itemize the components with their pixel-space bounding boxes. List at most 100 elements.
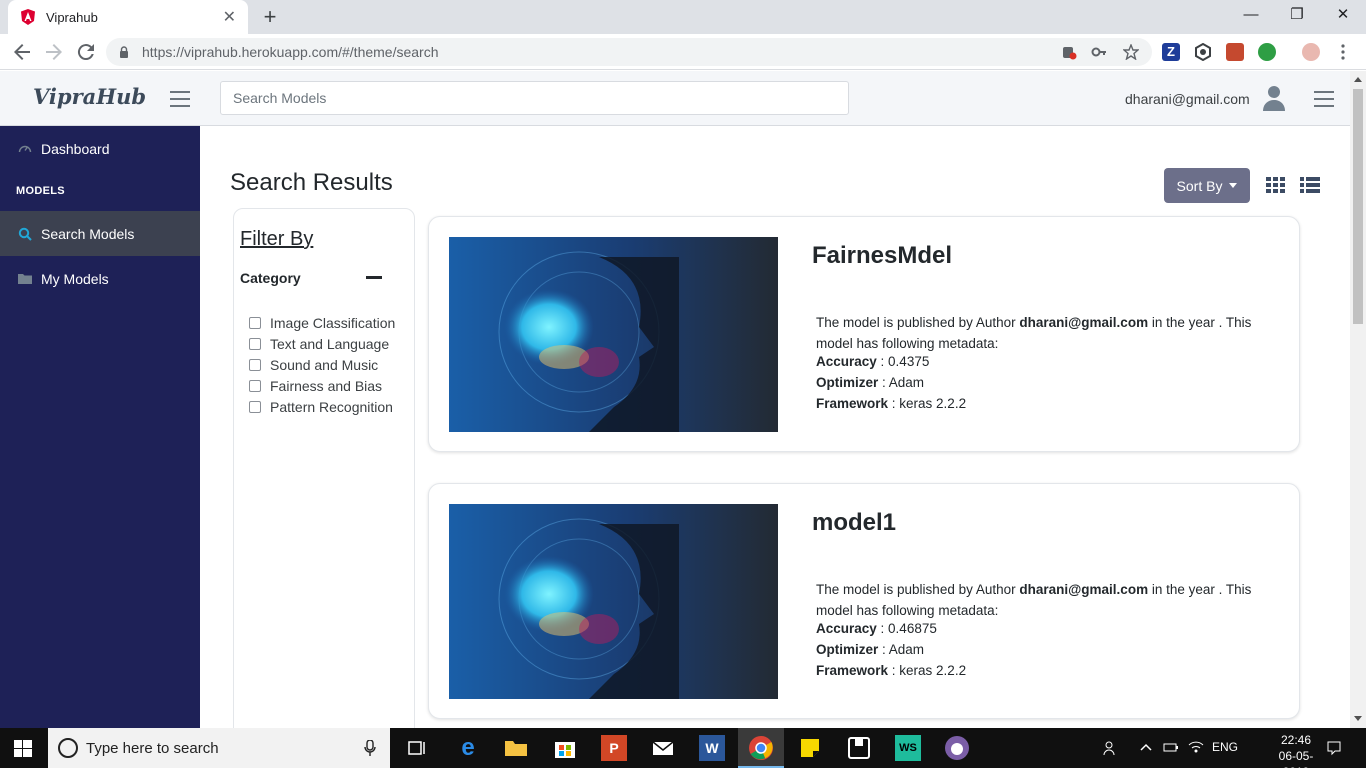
category-checkbox-row[interactable]: Fairness and Bias bbox=[249, 378, 382, 394]
app-frame-icon[interactable] bbox=[846, 735, 872, 761]
sidebar-item-search-models[interactable]: Search Models bbox=[0, 211, 200, 256]
extension-hex-icon[interactable] bbox=[1194, 43, 1212, 61]
extension-z-icon[interactable]: Z bbox=[1162, 43, 1180, 61]
address-bar: https://viprahub.herokuapp.com/#/theme/s… bbox=[0, 34, 1366, 70]
checkbox[interactable] bbox=[249, 338, 261, 350]
url-field[interactable]: https://viprahub.herokuapp.com/#/theme/s… bbox=[106, 38, 1152, 66]
sidebar-toggle-icon[interactable] bbox=[170, 91, 190, 107]
page-scrollbar[interactable] bbox=[1350, 71, 1366, 728]
framework-label: Framework bbox=[816, 663, 889, 678]
user-avatar-icon[interactable] bbox=[1262, 85, 1286, 111]
main-content: Search Results Sort By Filter By Categor… bbox=[200, 126, 1350, 728]
word-icon[interactable]: W bbox=[699, 735, 725, 761]
language-indicator[interactable]: ENG bbox=[1212, 740, 1238, 754]
system-clock[interactable]: 22:46 06-05-2019 bbox=[1266, 732, 1326, 780]
chevron-up-icon[interactable] bbox=[1139, 740, 1153, 754]
sidebar-item-label: Dashboard bbox=[41, 140, 110, 157]
sidebar-item-label: My Models bbox=[41, 270, 109, 287]
task-view-icon[interactable] bbox=[404, 735, 430, 761]
category-checkbox-row[interactable]: Image Classification bbox=[249, 315, 395, 331]
description-text: The model is published by Author bbox=[816, 582, 1020, 597]
window-close-button[interactable]: ✕ bbox=[1320, 0, 1366, 30]
cookie-blocked-icon[interactable] bbox=[1061, 44, 1077, 60]
category-checkbox-row[interactable]: Pattern Recognition bbox=[249, 399, 393, 415]
bookmark-star-icon[interactable] bbox=[1123, 44, 1139, 60]
key-icon[interactable] bbox=[1091, 44, 1107, 60]
notifications-icon[interactable] bbox=[1326, 740, 1342, 756]
browser-tab-bar: Viprahub ✕ + — ❐ ✕ bbox=[0, 0, 1366, 34]
forward-icon[interactable] bbox=[42, 40, 66, 64]
sort-by-label: Sort By bbox=[1176, 177, 1223, 194]
taskbar-search-input[interactable]: Type here to search bbox=[48, 728, 390, 768]
model-thumbnail-image[interactable] bbox=[449, 237, 778, 432]
model-description: The model is published by Author dharani… bbox=[816, 312, 1276, 354]
model-card[interactable]: model1 The model is published by Author … bbox=[428, 483, 1300, 719]
clock-time: 22:46 bbox=[1280, 733, 1312, 747]
chrome-menu-icon[interactable] bbox=[1334, 43, 1352, 61]
clock-date: 06-05-2019 bbox=[1278, 749, 1314, 779]
sidebar: Dashboard MODELS Search Models My Models bbox=[0, 126, 200, 728]
collapse-minus-icon[interactable] bbox=[366, 276, 382, 279]
maximize-button[interactable]: ❐ bbox=[1274, 0, 1320, 30]
caret-down-icon bbox=[1229, 183, 1238, 188]
category-checkbox-row[interactable]: Text and Language bbox=[249, 336, 389, 352]
edge-icon[interactable]: e bbox=[455, 735, 481, 761]
webstorm-icon[interactable]: WS bbox=[895, 735, 921, 761]
checkbox[interactable] bbox=[249, 401, 261, 413]
scroll-thumb[interactable] bbox=[1353, 89, 1363, 324]
extension-pdf-icon[interactable] bbox=[1226, 43, 1244, 61]
accuracy-value: : 0.4375 bbox=[876, 354, 930, 369]
reload-icon[interactable] bbox=[74, 40, 98, 64]
model-thumbnail-image[interactable] bbox=[449, 504, 778, 699]
sort-by-button[interactable]: Sort By bbox=[1164, 168, 1250, 203]
aside-menu-icon[interactable] bbox=[1314, 91, 1334, 107]
powerpoint-icon[interactable]: P bbox=[601, 735, 627, 761]
store-icon[interactable] bbox=[552, 735, 578, 761]
checkbox[interactable] bbox=[249, 359, 261, 371]
mail-icon[interactable] bbox=[650, 735, 676, 761]
lock-icon bbox=[120, 46, 128, 58]
file-explorer-icon[interactable] bbox=[503, 735, 529, 761]
sidebar-item-my-models[interactable]: My Models bbox=[0, 256, 200, 301]
purple-app-icon[interactable] bbox=[944, 735, 970, 761]
chrome-taskbar-button[interactable] bbox=[738, 728, 784, 768]
extension-green-icon[interactable] bbox=[1258, 43, 1276, 61]
sidebar-item-label: Search Models bbox=[41, 225, 135, 242]
back-icon[interactable] bbox=[10, 40, 34, 64]
model-name[interactable]: FairnesMdel bbox=[812, 242, 952, 270]
search-icon bbox=[18, 227, 32, 241]
category-checkbox-row[interactable]: Sound and Music bbox=[249, 357, 378, 373]
description-text: The model is published by Author bbox=[816, 315, 1020, 330]
new-tab-button[interactable]: + bbox=[258, 4, 282, 30]
model-card[interactable]: FairnesMdel The model is published by Au… bbox=[428, 216, 1300, 452]
grid-view-icon[interactable] bbox=[1266, 177, 1286, 193]
browser-tab[interactable]: Viprahub ✕ bbox=[8, 0, 248, 34]
category-option-label: Text and Language bbox=[270, 336, 390, 352]
scroll-up-arrow-icon[interactable] bbox=[1354, 77, 1362, 82]
sidebar-item-dashboard[interactable]: Dashboard bbox=[0, 126, 200, 171]
sidebar-section-title: MODELS bbox=[16, 185, 65, 197]
url-text: https://viprahub.herokuapp.com/#/theme/s… bbox=[142, 44, 439, 60]
scroll-down-arrow-icon[interactable] bbox=[1354, 716, 1362, 721]
checkbox[interactable] bbox=[249, 317, 261, 329]
microphone-icon[interactable] bbox=[364, 740, 376, 756]
brand-logo[interactable]: VipraHub bbox=[33, 84, 146, 109]
tab-close-icon[interactable]: ✕ bbox=[223, 7, 236, 27]
accuracy-label: Accuracy bbox=[816, 354, 877, 369]
accuracy-value: : 0.46875 bbox=[876, 621, 937, 636]
wifi-icon[interactable] bbox=[1188, 740, 1204, 754]
sticky-notes-icon[interactable] bbox=[797, 735, 823, 761]
checkbox[interactable] bbox=[249, 380, 261, 392]
taskbar-search-placeholder: Type here to search bbox=[86, 739, 219, 757]
minimize-button[interactable]: — bbox=[1228, 0, 1274, 30]
profile-avatar[interactable] bbox=[1302, 43, 1320, 61]
windows-start-icon[interactable] bbox=[14, 740, 32, 757]
tab-title: Viprahub bbox=[46, 9, 98, 25]
battery-icon[interactable] bbox=[1163, 740, 1179, 754]
framework-value: : keras 2.2.2 bbox=[888, 663, 967, 678]
optimizer-value: : Adam bbox=[878, 642, 925, 657]
list-view-icon[interactable] bbox=[1300, 177, 1320, 193]
search-input[interactable]: Search Models bbox=[220, 81, 849, 115]
model-name[interactable]: model1 bbox=[812, 509, 896, 537]
people-icon[interactable] bbox=[1103, 740, 1119, 756]
